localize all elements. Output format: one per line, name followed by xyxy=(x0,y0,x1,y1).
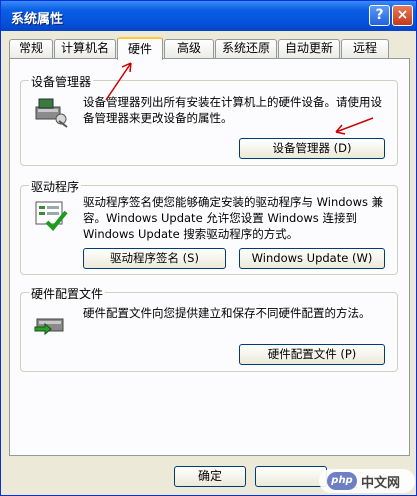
tab-advanced[interactable]: 高级 xyxy=(164,39,214,58)
tab-system-restore[interactable]: 系统还原 xyxy=(215,39,277,58)
hardware-profiles-title: 硬件配置文件 xyxy=(29,285,106,302)
driver-signing-icon xyxy=(35,201,68,231)
driver-title: 驱动程序 xyxy=(29,178,82,195)
tab-hardware[interactable]: 硬件 xyxy=(117,37,163,60)
device-manager-group: 设备管理器 设备管理器列出所有安装在计算机上的硬件设备。请使用设备管理器来更改设… xyxy=(20,73,398,166)
driver-description: 驱动程序签名使您能够确定安装的驱动程序与 Windows 兼容。Windows … xyxy=(83,195,384,241)
watermark-text: 中文网 xyxy=(361,476,401,491)
watermark-badge: php xyxy=(327,472,357,490)
device-manager-button[interactable]: 设备管理器 (D) xyxy=(239,138,385,159)
help-button[interactable]: ? xyxy=(369,5,390,26)
device-manager-icon xyxy=(35,98,68,128)
tab-general[interactable]: 常规 xyxy=(9,39,53,58)
hardware-profiles-description: 硬件配置文件向您提供建立和保存不同硬件配置的方法。 xyxy=(83,306,371,320)
cancel-button[interactable] xyxy=(255,466,327,487)
tab-automatic-updates[interactable]: 自动更新 xyxy=(278,39,340,58)
system-properties-window: 系统属性 ? × 常规 计算机名 硬件 高级 系统还原 自动更新 远程 设备管理… xyxy=(0,0,417,496)
tab-computer-name[interactable]: 计算机名 xyxy=(54,39,116,58)
hardware-profiles-group: 硬件配置文件 硬件配置文件向您提供建立和保存不同硬件配置的方法。 硬件配置文件 … xyxy=(20,285,398,372)
tab-strip: 常规 计算机名 硬件 高级 系统还原 自动更新 远程 xyxy=(9,37,409,60)
device-manager-title: 设备管理器 xyxy=(29,73,94,90)
ok-button[interactable]: 确定 xyxy=(174,466,246,487)
driver-group: 驱动程序 驱动程序签名使您能够确定安装的驱动程序与 Windows 兼容。Win… xyxy=(20,178,398,275)
device-manager-description: 设备管理器列出所有安装在计算机上的硬件设备。请使用设备管理器来更改设备的属性。 xyxy=(83,95,382,125)
php-watermark: php 中文网 xyxy=(319,469,415,493)
hardware-profiles-icon xyxy=(34,318,64,336)
close-button[interactable]: × xyxy=(392,5,413,26)
hardware-tab-panel: 设备管理器 设备管理器列出所有安装在计算机上的硬件设备。请使用设备管理器来更改设… xyxy=(9,58,410,456)
title-bar[interactable]: 系统属性 ? × xyxy=(1,1,416,31)
tab-remote[interactable]: 远程 xyxy=(341,39,389,58)
window-title: 系统属性 xyxy=(11,12,64,27)
driver-signing-button[interactable]: 驱动程序签名 (S) xyxy=(83,248,226,269)
windows-update-button[interactable]: Windows Update (W) xyxy=(239,248,385,269)
hardware-profiles-button[interactable]: 硬件配置文件 (P) xyxy=(239,344,385,365)
